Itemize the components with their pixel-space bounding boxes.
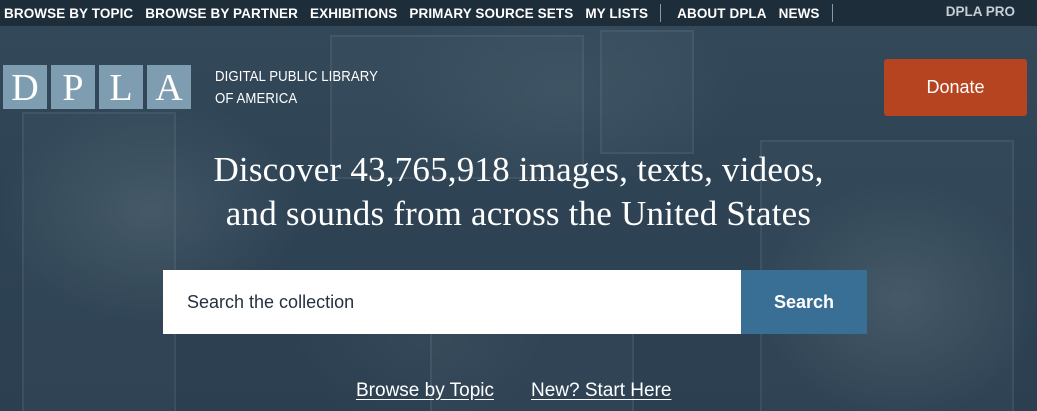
nav-browse-by-topic[interactable]: BROWSE BY TOPIC bbox=[4, 6, 133, 21]
logo-letter-a: A bbox=[147, 65, 191, 109]
hero-headline-line-1: Discover 43,765,918 images, texts, video… bbox=[213, 150, 824, 189]
search-input[interactable] bbox=[163, 270, 741, 334]
nav-my-lists[interactable]: MY LISTS bbox=[585, 6, 648, 21]
hero-headline-line-2: and sounds from across the United States bbox=[225, 194, 812, 233]
new-start-here-link[interactable]: New? Start Here bbox=[531, 380, 671, 402]
nav-exhibitions[interactable]: EXHIBITIONS bbox=[310, 6, 397, 21]
logo-wordmark-line-2: OF AMERICA bbox=[215, 90, 298, 107]
nav-news[interactable]: NEWS bbox=[779, 6, 820, 21]
logo-letter-p: P bbox=[51, 65, 95, 109]
browse-by-topic-link[interactable]: Browse by Topic bbox=[356, 380, 494, 402]
hero-headline: Discover 43,765,918 images, texts, video… bbox=[0, 148, 1037, 236]
top-navigation-bar: BROWSE BY TOPIC BROWSE BY PARTNER EXHIBI… bbox=[0, 0, 1037, 26]
logo-wordmark-line-1: DIGITAL PUBLIC LIBRARY bbox=[215, 68, 379, 85]
homepage: BROWSE BY TOPIC BROWSE BY PARTNER EXHIBI… bbox=[0, 0, 1037, 411]
nav-about-dpla[interactable]: ABOUT DPLA bbox=[677, 6, 767, 21]
nav-dpla-pro[interactable]: DPLA PRO bbox=[946, 4, 1015, 19]
logo-letter-d: D bbox=[3, 65, 47, 109]
background-photo-collage bbox=[600, 30, 694, 154]
logo-wordmark[interactable]: DIGITAL PUBLIC LIBRARY OF AMERICA bbox=[215, 66, 378, 110]
nav-primary-source-sets[interactable]: PRIMARY SOURCE SETS bbox=[409, 6, 573, 21]
logo-letter-l: L bbox=[99, 65, 143, 109]
search-button[interactable]: Search bbox=[741, 270, 867, 334]
nav-browse-by-partner[interactable]: BROWSE BY PARTNER bbox=[145, 6, 298, 21]
nav-divider bbox=[660, 4, 662, 22]
nav-divider bbox=[831, 4, 833, 22]
dpla-logo[interactable]: D P L A bbox=[3, 65, 195, 109]
donate-button[interactable]: Donate bbox=[884, 59, 1027, 116]
